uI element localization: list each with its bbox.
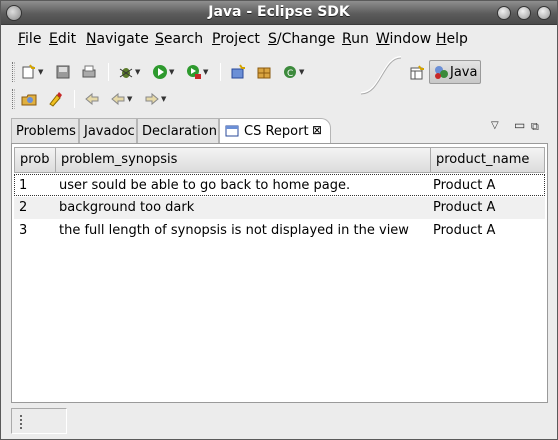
menu-bar: File Edit Navigate Search Project S/Chan… — [1, 26, 557, 52]
perspective-divider-curve — [361, 56, 401, 95]
view-menu-icon[interactable]: ▽ — [491, 120, 499, 131]
external-tools-icon[interactable] — [186, 64, 202, 80]
forward-arrow-icon[interactable] — [144, 91, 160, 107]
cell-product: Product A — [433, 200, 496, 215]
debug-dropdown-arrow-icon[interactable]: ▼ — [135, 68, 140, 76]
open-type-icon[interactable] — [21, 91, 37, 107]
new-icon[interactable] — [21, 64, 37, 80]
print-icon[interactable] — [81, 64, 97, 80]
svg-text:C: C — [287, 69, 293, 79]
cell-synopsis: the full length of synopsis is not displ… — [59, 223, 409, 238]
menu-file[interactable]: File — [18, 31, 41, 47]
cell-product: Product A — [433, 223, 496, 238]
maximize-view-icon[interactable]: ⧉ — [531, 120, 539, 134]
external-tools-dropdown-arrow-icon[interactable]: ▼ — [203, 68, 208, 76]
close-tab-icon[interactable]: ⊠ — [312, 123, 322, 137]
back-arrow-icon[interactable] — [110, 91, 126, 107]
table-row[interactable]: 1 user sould be able to go back to home … — [14, 174, 545, 196]
status-cell — [11, 408, 67, 434]
cs-report-view-icon — [225, 125, 239, 137]
debug-icon[interactable] — [118, 64, 134, 80]
run-icon[interactable] — [152, 64, 168, 80]
status-grip[interactable] — [20, 415, 22, 429]
menu-run[interactable]: Run — [342, 31, 369, 47]
tab-javadoc[interactable]: Javadoc — [79, 118, 137, 144]
toolbar-separator — [74, 90, 75, 108]
toolbar-grip[interactable] — [12, 89, 15, 109]
table-row[interactable]: 3 the full length of synopsis is not dis… — [14, 220, 545, 242]
new-class-icon[interactable]: C — [282, 64, 298, 80]
cell-prob: 3 — [19, 223, 28, 238]
view-tab-row: Problems Javadoc Declaration CS Report ⊠… — [11, 118, 548, 144]
tab-declaration[interactable]: Declaration — [137, 118, 219, 144]
minimize-view-icon[interactable]: ▭ — [514, 118, 525, 132]
menu-search[interactable]: Search — [155, 31, 203, 47]
java-perspective-label: Java — [450, 65, 478, 80]
maximize-button[interactable] — [517, 6, 531, 20]
new-class-dropdown-arrow-icon[interactable]: ▼ — [299, 68, 304, 76]
table-header: prob problem_synopsis product_name — [14, 147, 545, 173]
cell-synopsis: background too dark — [59, 200, 195, 215]
save-icon[interactable] — [55, 64, 71, 80]
tab-problems[interactable]: Problems — [11, 118, 79, 144]
search-icon[interactable] — [47, 91, 63, 107]
menu-window[interactable]: Window — [376, 31, 431, 47]
cell-synopsis: user sould be able to go back to home pa… — [59, 178, 351, 193]
table-row[interactable]: 2 background too dark Product A — [14, 197, 545, 219]
new-dropdown-arrow-icon[interactable]: ▼ — [38, 68, 43, 76]
status-bar — [11, 408, 548, 434]
run-dropdown-arrow-icon[interactable]: ▼ — [169, 68, 174, 76]
toolbar-grip[interactable] — [12, 62, 15, 82]
open-perspective-icon[interactable] — [409, 65, 425, 81]
new-java-project-icon[interactable] — [230, 64, 246, 80]
cell-prob: 2 — [19, 200, 28, 215]
close-button[interactable] — [537, 6, 551, 20]
new-package-icon[interactable] — [256, 64, 272, 80]
last-edit-location-icon[interactable] — [84, 91, 100, 107]
cell-prob: 1 — [19, 178, 28, 193]
back-dropdown-arrow-icon[interactable]: ▼ — [127, 95, 132, 103]
cell-product: Product A — [433, 178, 496, 193]
java-perspective-icon — [435, 66, 448, 79]
toolbar-separator — [220, 63, 221, 81]
forward-dropdown-arrow-icon[interactable]: ▼ — [161, 95, 166, 103]
menu-s-change[interactable]: S/Change — [268, 31, 335, 47]
title-bar[interactable]: Java - Eclipse SDK — [1, 1, 557, 25]
menu-navigate[interactable]: Navigate — [86, 31, 149, 47]
menu-help[interactable]: Help — [436, 31, 468, 47]
toolbar-separator — [108, 63, 109, 81]
tab-cs-report[interactable]: CS Report ⊠ — [219, 118, 331, 144]
column-header-prob[interactable]: prob — [15, 148, 56, 172]
minimize-button[interactable] — [497, 6, 511, 20]
window-title: Java - Eclipse SDK — [208, 4, 350, 20]
menu-project[interactable]: Project — [212, 31, 260, 47]
column-header-product-name[interactable]: product_name — [431, 148, 544, 172]
menu-edit[interactable]: Edit — [49, 31, 76, 47]
cs-report-view: prob problem_synopsis product_name 1 use… — [11, 143, 548, 403]
eclipse-window: Java - Eclipse SDK File Edit Navigate Se… — [0, 0, 558, 440]
column-header-problem-synopsis[interactable]: problem_synopsis — [56, 148, 431, 172]
